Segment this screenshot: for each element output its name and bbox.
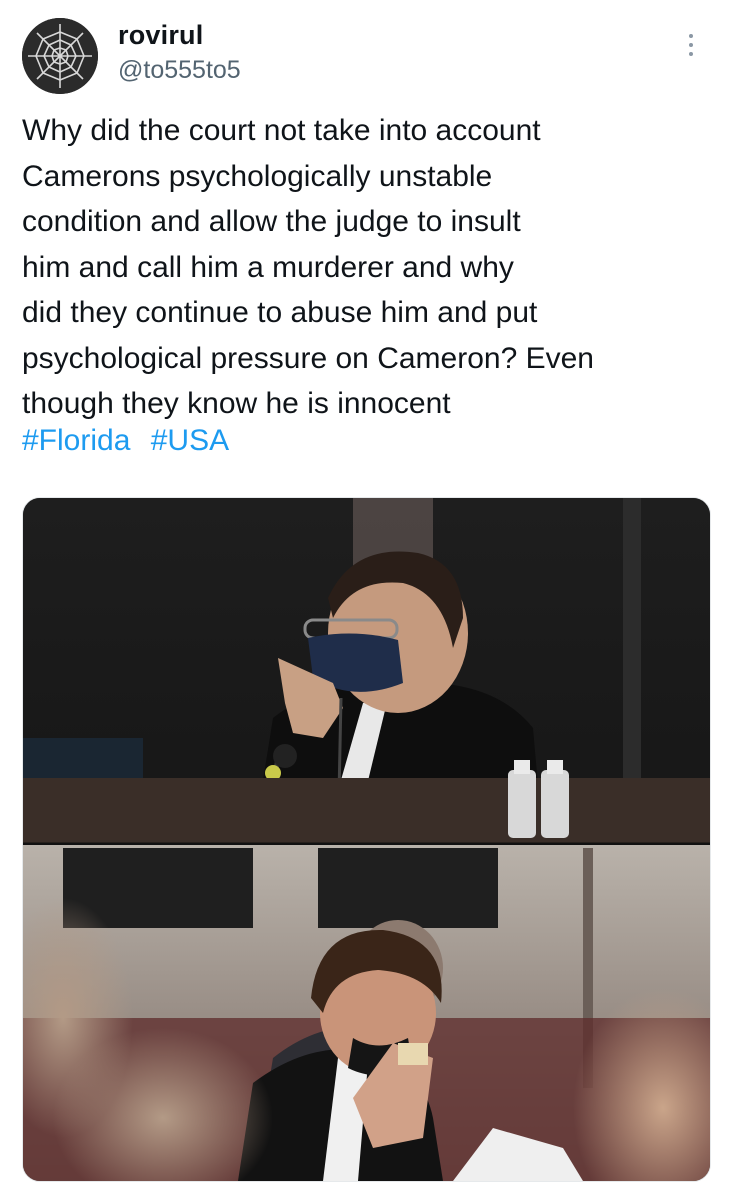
avatar[interactable] bbox=[22, 18, 98, 94]
tweet-text: Why did the court not take into account … bbox=[22, 108, 712, 427]
tweet-text-line: did they continue to abuse him and put bbox=[22, 296, 538, 329]
tweet-text-line: Camerons psychologically unstable bbox=[22, 159, 493, 193]
tweet-text-line: condition and allow the judge to insult bbox=[22, 205, 521, 238]
photo-man-in-mask-pointing bbox=[23, 498, 710, 844]
hashtag-florida[interactable]: #Florida bbox=[22, 424, 130, 457]
hashtag-row: #Florida #USA bbox=[22, 418, 241, 463]
tweet-text-line: him and call him a murderer and why bbox=[22, 250, 514, 284]
tweet-media[interactable] bbox=[22, 497, 711, 1182]
author-name[interactable]: rovirul bbox=[118, 20, 203, 51]
tweet-text-line: psychological pressure on Cameron? Even bbox=[22, 341, 594, 375]
spider-web-icon bbox=[22, 18, 98, 94]
author-handle[interactable]: @to555to5 bbox=[118, 56, 241, 85]
tweet-text-line: Why did the court not take into account bbox=[22, 114, 541, 147]
more-options-icon[interactable] bbox=[684, 34, 698, 62]
hashtag-usa[interactable]: #USA bbox=[151, 424, 229, 457]
photo-young-man-covering-face bbox=[23, 845, 710, 1181]
tweet: rovirul @to555to5 Why did the court not … bbox=[0, 0, 731, 1200]
